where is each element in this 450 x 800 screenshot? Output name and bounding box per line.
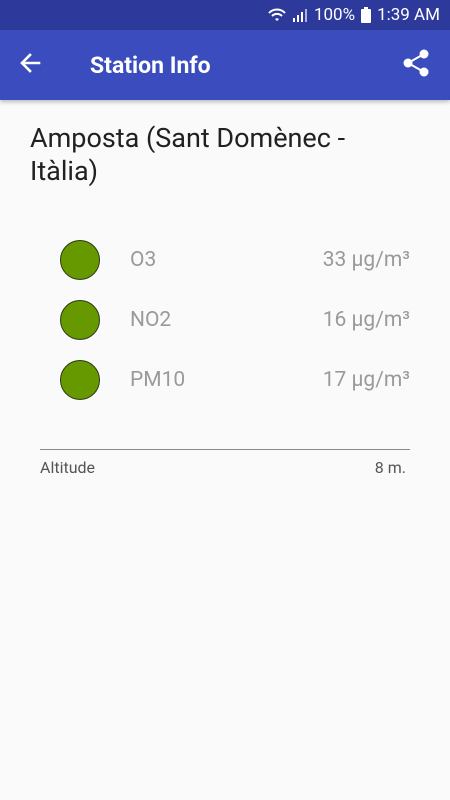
pollutant-row-o3: O3 33 µg/m³ xyxy=(0,240,450,300)
pollutant-name: NO2 xyxy=(130,308,172,332)
clock: 1:39 AM xyxy=(377,5,440,25)
quality-indicator-dot xyxy=(60,240,100,280)
altitude-value: 8 m. xyxy=(374,458,406,477)
pollutant-name: O3 xyxy=(130,248,157,272)
pollutant-name: PM10 xyxy=(130,368,186,392)
back-button[interactable] xyxy=(0,30,60,100)
share-icon xyxy=(401,48,431,82)
quality-indicator-dot xyxy=(60,300,100,340)
arrow-back-icon xyxy=(19,52,41,78)
status-bar: 100% 1:39 AM xyxy=(0,0,450,30)
pollutant-value: 17 µg/m³ xyxy=(322,368,410,392)
pollutant-value: 33 µg/m³ xyxy=(322,248,410,272)
app-bar: Station Info xyxy=(0,30,450,100)
pollutant-row-no2: NO2 16 µg/m³ xyxy=(0,300,450,360)
altitude-label: Altitude xyxy=(40,458,96,477)
wifi-icon xyxy=(268,7,286,23)
divider xyxy=(40,449,410,450)
quality-indicator-dot xyxy=(60,360,100,400)
station-name: Amposta (Sant Domènec - Itàlia) xyxy=(30,122,346,187)
signal-icon xyxy=(292,7,308,23)
page-title: Station Info xyxy=(90,51,211,79)
battery-icon xyxy=(361,7,372,23)
pollutant-value: 16 µg/m³ xyxy=(322,308,410,332)
pollutant-row-pm10: PM10 17 µg/m³ xyxy=(0,360,450,420)
battery-percent: 100% xyxy=(313,5,356,25)
share-button[interactable] xyxy=(396,45,436,85)
